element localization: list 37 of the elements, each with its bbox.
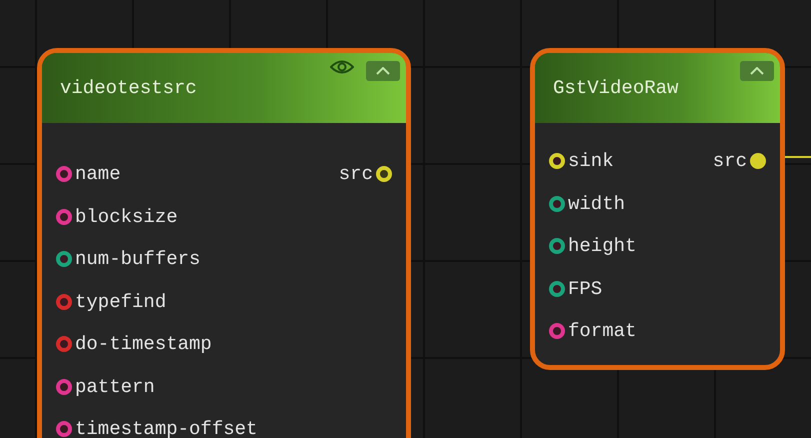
port-label: src — [712, 150, 747, 172]
port-label: sink — [568, 150, 614, 172]
node-title: videotestsrc — [60, 77, 197, 99]
input-port[interactable] — [56, 166, 72, 182]
output-port[interactable] — [376, 166, 392, 182]
port-label: height — [568, 235, 636, 258]
input-port[interactable] — [56, 336, 72, 352]
port-label: pattern — [75, 376, 155, 398]
port-label: width — [568, 192, 626, 215]
port-label: typefind — [75, 290, 166, 313]
output-port[interactable] — [750, 153, 766, 170]
eye-icon[interactable] — [330, 59, 354, 75]
node-title: GstVideoRaw — [553, 77, 678, 99]
input-port[interactable] — [56, 208, 72, 225]
input-port[interactable] — [549, 153, 565, 170]
collapse-button[interactable] — [740, 61, 774, 81]
port-label: num-buffers — [75, 248, 200, 270]
port-label: blocksize — [75, 206, 178, 228]
port-label: format — [568, 320, 636, 342]
port-label: timestamp-offset — [75, 418, 258, 438]
port-label: do-timestamp — [75, 333, 212, 356]
chevron-up-icon — [750, 67, 764, 75]
input-port[interactable] — [56, 378, 72, 395]
input-port[interactable] — [549, 238, 565, 254]
port-label: FPS — [568, 278, 602, 300]
chevron-up-icon — [376, 67, 390, 75]
port-label: name — [75, 163, 121, 186]
input-port[interactable] — [549, 323, 565, 340]
collapse-button[interactable] — [366, 61, 400, 81]
input-port[interactable] — [549, 280, 565, 297]
node-card[interactable]: GstVideoRaw sink src width height FPS format — [530, 48, 785, 370]
input-port[interactable] — [549, 196, 565, 212]
node-card[interactable]: videotestsrc name src blocksize num-buffers typefind do-timestamp pattern timestamp-offset — [37, 48, 411, 438]
port-label: src — [338, 163, 373, 186]
input-port[interactable] — [56, 251, 72, 268]
input-port[interactable] — [56, 421, 72, 438]
input-port[interactable] — [56, 294, 72, 310]
